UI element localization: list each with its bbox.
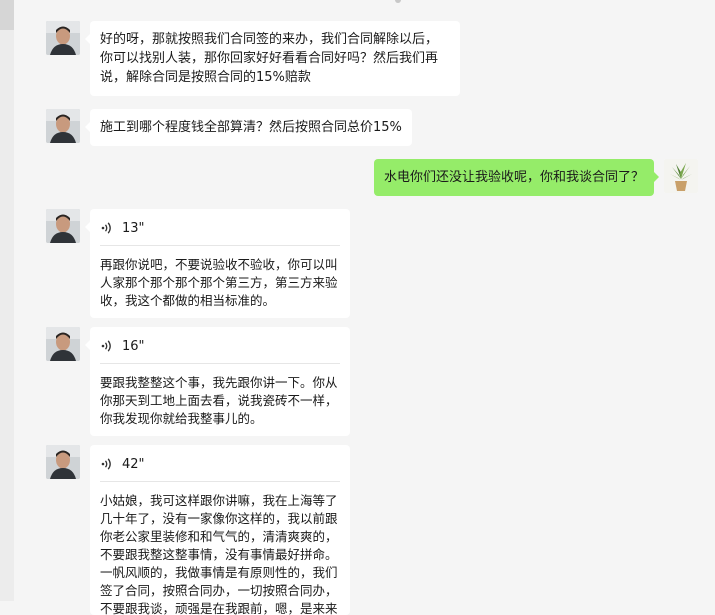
contact-avatar[interactable] (46, 109, 80, 143)
voice-play-control[interactable]: 42" (90, 447, 350, 481)
message-text: 好的呀，那就按照我们合同签的来办，我们合同解除以后，你可以找别人装，那你回家好好… (100, 32, 439, 85)
scroll-indicator[interactable] (0, 0, 14, 30)
top-dot (395, 0, 401, 3)
voice-wave-icon (100, 339, 114, 353)
contact-avatar[interactable] (46, 21, 80, 55)
contact-avatar[interactable] (46, 327, 80, 361)
voice-wave-icon (100, 221, 114, 235)
voice-duration: 42" (122, 456, 145, 472)
contact-avatar[interactable] (46, 209, 80, 243)
message-text: 水电你们还没让我验收呢，你和我谈合同了？ (383, 170, 644, 185)
voice-play-control[interactable]: 16" (90, 329, 350, 363)
voice-message-bubble[interactable]: 42" 小姑娘，我可这样跟你讲嘛，我在上海等了几十年了，没有一家像你这样的，我以… (90, 445, 350, 615)
my-avatar[interactable] (664, 159, 698, 193)
voice-transcript: 小姑娘，我可这样跟你讲嘛，我在上海等了几十年了，没有一家像你这样的，我以前跟你老… (100, 493, 338, 615)
voice-message-bubble[interactable]: 16" 要跟我整整这个事，我先跟你讲一下。你从你那天到工地上面去看，说我瓷砖不一… (85, 327, 350, 436)
message-bubble[interactable]: 好的呀，那就按照我们合同签的来办，我们合同解除以后，你可以找别人装，那你回家好好… (85, 21, 460, 96)
voice-message-bubble[interactable]: 13" 再跟你说吧，不要说验收不验收，你可以叫人家那个那个那个那个第三方，第三方… (85, 209, 350, 318)
message-bubble[interactable]: 施工到哪个程度钱全部算清？然后按照合同总价15% (85, 109, 412, 146)
voice-wave-icon (100, 457, 114, 471)
contact-avatar[interactable] (46, 445, 80, 479)
voice-duration: 13" (122, 220, 145, 236)
voice-play-control[interactable]: 13" (90, 211, 350, 245)
voice-duration: 16" (122, 338, 145, 354)
voice-transcript: 要跟我整整这个事，我先跟你讲一下。你从你那天到工地上面去看，说我瓷砖不一样，你我… (100, 375, 338, 426)
left-edge-panel (0, 0, 14, 601)
message-text: 施工到哪个程度钱全部算清？然后按照合同总价15% (100, 120, 402, 135)
voice-transcript: 再跟你说吧，不要说验收不验收，你可以叫人家那个那个那个那个第三方，第三方来验收，… (100, 257, 338, 308)
sent-message-bubble[interactable]: 水电你们还没让我验收呢，你和我谈合同了？ (373, 159, 660, 196)
